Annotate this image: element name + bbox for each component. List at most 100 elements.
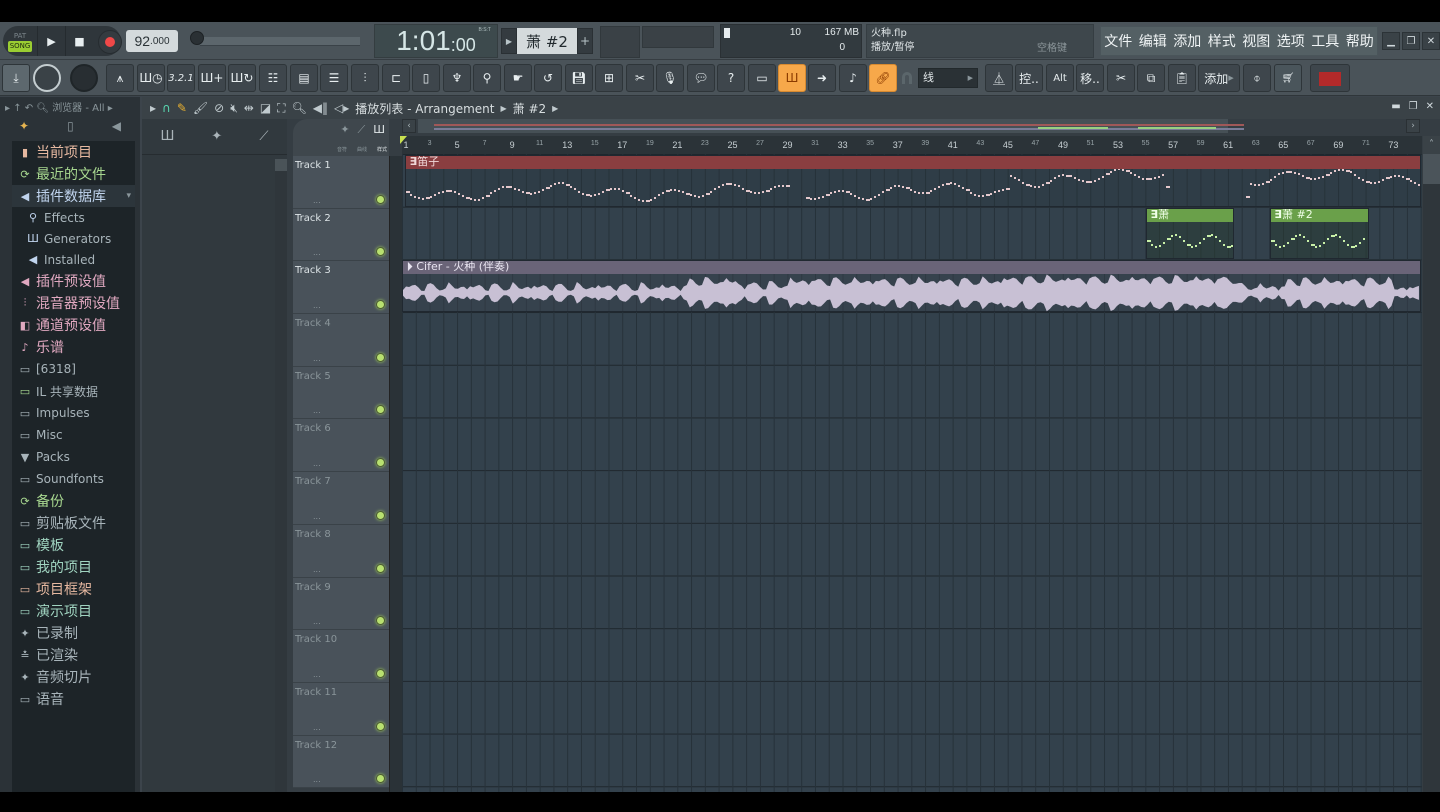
add-pattern-button[interactable]: +	[577, 28, 593, 54]
menu-options[interactable]: 选项	[1277, 31, 1305, 51]
stop-button[interactable]: ■	[65, 26, 93, 56]
track-header[interactable]: Track 7...	[293, 472, 389, 525]
zoom-tool-icon[interactable]: 🔍︎	[292, 101, 307, 115]
wait-for-input-button[interactable]: Ш◷	[137, 64, 165, 92]
master-volume-knob[interactable]	[70, 64, 98, 92]
track-header[interactable]: Track 11...	[293, 682, 389, 736]
track-menu-icon[interactable]: ...	[313, 565, 321, 574]
track-enable-led[interactable]	[376, 668, 385, 678]
pattern-clip-icon[interactable]: Ш	[373, 123, 385, 137]
track-menu-icon[interactable]: ...	[313, 617, 321, 626]
add-button[interactable]: 添加 ▶	[1198, 64, 1240, 92]
language-button[interactable]	[1310, 64, 1350, 92]
browser-item[interactable]: ⟳ 备份	[12, 490, 135, 512]
browser-item[interactable]: ▭ Misc	[12, 424, 135, 446]
browser-item[interactable]: ▭ IL 共享数据	[12, 380, 135, 402]
pat-song-toggle[interactable]: PAT SONG	[3, 26, 37, 56]
pattern-arrow-icon[interactable]: ▶	[501, 28, 517, 54]
tempo-tapper-button[interactable]: ⏅	[985, 64, 1013, 92]
menu-edit[interactable]: 编辑	[1139, 31, 1167, 51]
restore-button[interactable]: ❐	[1402, 32, 1420, 50]
project-info-button[interactable]: ▯	[412, 64, 440, 92]
browser-item[interactable]: ✦ 音频切片	[12, 666, 135, 688]
track-header[interactable]: Track 10...	[293, 630, 389, 683]
pattern-name[interactable]: 萧 #2	[517, 28, 577, 54]
browser-item[interactable]: ✦ 已录制	[12, 622, 135, 644]
browser-item[interactable]: ▭ Soundfonts	[12, 468, 135, 490]
tempo-field[interactable]: 92.000	[126, 30, 178, 52]
track-menu-icon[interactable]: ...	[313, 301, 321, 310]
touch-controller-button[interactable]: ⚲	[473, 64, 501, 92]
track-enable-led[interactable]	[376, 616, 385, 626]
track-menu-icon[interactable]: ...	[313, 248, 321, 257]
track-header[interactable]: Track 3...	[293, 261, 389, 315]
track-enable-led[interactable]	[376, 194, 385, 204]
scroll-up-button[interactable]: ˄	[1423, 136, 1440, 154]
play-button[interactable]: ▶	[37, 26, 65, 56]
metronome-button[interactable]: ⩚	[106, 64, 134, 92]
master-volume-slider[interactable]	[190, 31, 365, 46]
audio-clip[interactable]: ⏵ Cifer - 火种 (伴奏)	[402, 260, 1421, 313]
track-menu-icon[interactable]: ...	[313, 354, 321, 363]
follow-playback-button[interactable]: ➜	[808, 64, 836, 92]
undo-button[interactable]: ↺	[534, 64, 562, 92]
automation-picker-icon[interactable]: ⟋	[259, 129, 268, 144]
save-button[interactable]: 💾︎	[565, 64, 593, 92]
blend-notes-button[interactable]: Ш+	[198, 64, 226, 92]
track-menu-icon[interactable]: ...	[313, 196, 321, 205]
snap-selector[interactable]: 线 ▶	[918, 68, 978, 88]
browser-item[interactable]: ◧ 通道预设值	[12, 314, 135, 336]
slide-button[interactable]: ♪	[839, 64, 867, 92]
track-menu-icon[interactable]: ...	[313, 406, 321, 415]
move-button[interactable]: 移..	[1076, 64, 1104, 92]
channel-rack-button[interactable]: ☰	[320, 64, 348, 92]
pattern-clip[interactable]: ∃萧 #2	[1269, 207, 1369, 260]
track-menu-icon[interactable]: ...	[313, 512, 321, 521]
time-marker-button[interactable]: ⌽	[1243, 64, 1271, 92]
playlist-button[interactable]: ☷	[259, 64, 287, 92]
track-menu-icon[interactable]: ...	[313, 775, 321, 784]
select-tool-icon[interactable]: ⛶	[277, 101, 285, 116]
close-button[interactable]: ✕	[1422, 32, 1440, 50]
loop-record-button[interactable]: Ш↻	[228, 64, 256, 92]
track-header[interactable]: Track 6...	[293, 419, 389, 473]
file-tab-icon[interactable]: ▯	[67, 119, 74, 133]
draw-tool-icon[interactable]: ✎	[177, 101, 187, 115]
shop-button[interactable]: 🛒︎	[1274, 64, 1302, 92]
menu-file[interactable]: 文件	[1104, 31, 1132, 51]
track-header[interactable]: Track 4...	[293, 314, 389, 367]
browser-item[interactable]: ⟳ 最近的文件	[12, 163, 135, 185]
browser-item[interactable]: ⫶ 混音器预设值	[12, 292, 135, 314]
track-menu-icon[interactable]: ...	[313, 723, 321, 732]
track-enable-led[interactable]	[376, 721, 385, 731]
pattern-clip[interactable]: ∃笛子	[404, 155, 1421, 207]
mute-tool-icon[interactable]: 🔇︎	[230, 101, 238, 116]
playlist-minimize-button[interactable]: ▬	[1391, 101, 1400, 112]
timeline-ruler[interactable]: 1 3 5 7 9 11 13 15 17 19 21 23 25 27 29 31 33 35 37 39 41 43 4…	[400, 136, 1422, 154]
browser-item[interactable]: ▭ Impulses	[12, 402, 135, 424]
countdown-button[interactable]: 3.2.1	[167, 64, 195, 92]
time-display[interactable]: 1:01:00 B:S:T	[374, 24, 498, 58]
track-enable-led[interactable]	[376, 774, 385, 784]
track-header[interactable]: Track 8...	[293, 524, 389, 578]
audio-clip-icon[interactable]: ✦	[340, 123, 349, 137]
browser-item[interactable]: ▭ 模板	[12, 534, 135, 556]
browser-button[interactable]: ⊏	[382, 64, 410, 92]
paste-button[interactable]: 📋︎	[1168, 64, 1196, 92]
plugin-picker-button[interactable]: ♆	[443, 64, 471, 92]
arrangement-grid[interactable]: ∃笛子 ∃萧 ∃萧 #2 ⏵ Cifer - 火种 (伴奏)	[402, 154, 1422, 792]
scroll-right-button[interactable]: ›	[1406, 119, 1420, 133]
record-audio-button[interactable]: 🎙︎	[656, 64, 684, 92]
automation-clip-icon[interactable]: ⟋	[358, 123, 366, 137]
browser-item[interactable]: ▭ 我的项目	[12, 556, 135, 578]
menu-tools[interactable]: 工具	[1311, 31, 1339, 51]
alt-button[interactable]: Alt	[1046, 64, 1074, 92]
copy-button[interactable]: ⧉	[1137, 64, 1165, 92]
browser-item[interactable]: ≛ 已渲染	[12, 644, 135, 666]
touch-keyboard-button[interactable]: ☛	[504, 64, 532, 92]
browser-item[interactable]: ◀ Installed	[12, 249, 135, 270]
track-header[interactable]: Track 9...	[293, 577, 389, 631]
menu-help[interactable]: 帮助	[1346, 31, 1374, 51]
plugin-tab-icon[interactable]: ◀	[112, 119, 121, 133]
track-menu-icon[interactable]: ...	[313, 459, 321, 468]
